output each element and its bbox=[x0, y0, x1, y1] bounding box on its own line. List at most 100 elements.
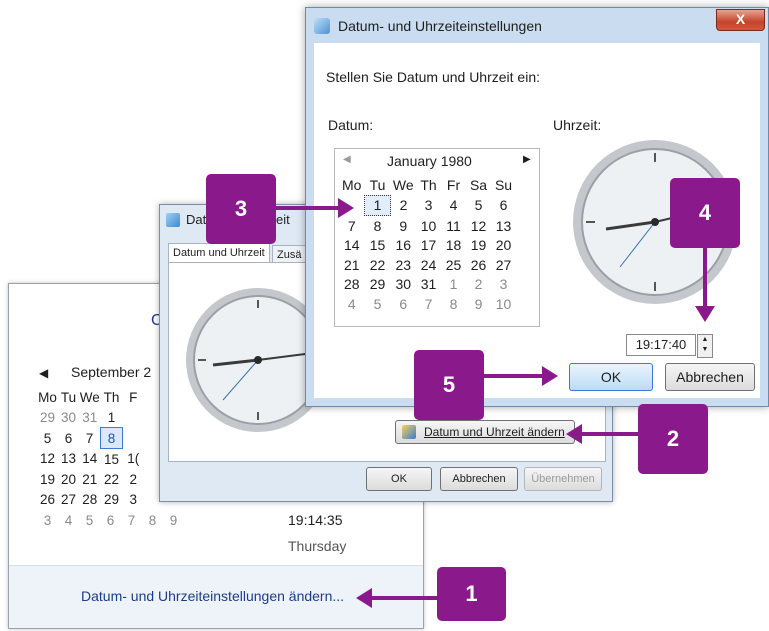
day-cell[interactable]: 1 bbox=[441, 275, 466, 295]
day-cell[interactable]: 12 bbox=[466, 216, 491, 236]
day-cell[interactable]: 11 bbox=[441, 216, 466, 236]
day-cell[interactable]: 22 bbox=[101, 469, 123, 489]
spin-up-icon[interactable]: ▲ bbox=[698, 335, 712, 345]
callout-badge-2: 2 bbox=[638, 404, 708, 474]
flyout-month-label[interactable]: September 2 bbox=[71, 364, 151, 380]
day-cell[interactable]: 7 bbox=[416, 294, 441, 314]
day-cell[interactable]: 29 bbox=[37, 407, 58, 428]
time-input[interactable]: 19:17:40 bbox=[626, 334, 696, 356]
day-cell[interactable]: 15 bbox=[101, 449, 123, 470]
day-cell[interactable]: 2 bbox=[466, 275, 491, 295]
day-cell[interactable]: 30 bbox=[391, 275, 417, 295]
weekday-label: Th bbox=[420, 177, 437, 193]
day-cell[interactable]: 14 bbox=[79, 449, 101, 470]
day-cell[interactable]: 20 bbox=[491, 236, 516, 256]
dialog3-ok-button[interactable]: OK bbox=[569, 363, 653, 391]
close-button[interactable]: X bbox=[716, 9, 765, 31]
weekday-label: Mo bbox=[342, 177, 362, 193]
callout-arrow-4 bbox=[703, 248, 707, 310]
day-cell[interactable]: 20 bbox=[58, 469, 79, 489]
day-cell[interactable]: 6 bbox=[491, 195, 516, 216]
day-cell[interactable]: 29 bbox=[101, 489, 123, 509]
day-cell[interactable]: 8 bbox=[441, 294, 466, 314]
day-cell[interactable]: 26 bbox=[466, 255, 491, 275]
arrowhead-icon bbox=[542, 366, 558, 386]
day-cell[interactable]: 8 bbox=[365, 216, 391, 236]
day-cell[interactable]: 27 bbox=[491, 255, 516, 275]
day-cell[interactable]: 24 bbox=[416, 255, 441, 275]
change-date-time-label: Datum und Uhrzeit ändern bbox=[424, 425, 565, 439]
day-cell[interactable]: 21 bbox=[339, 255, 365, 275]
day-cell[interactable]: 9 bbox=[163, 510, 184, 530]
day-cell[interactable]: 3 bbox=[37, 510, 58, 530]
dialog2-apply-button[interactable]: Übernehmen bbox=[524, 467, 602, 491]
dialog2-ok-button[interactable]: OK bbox=[366, 467, 432, 491]
day-cell[interactable]: 1( bbox=[123, 449, 145, 470]
dialog3-cancel-button[interactable]: Abbrechen bbox=[665, 363, 755, 391]
day-cell[interactable] bbox=[123, 407, 145, 428]
day-cell[interactable]: 28 bbox=[339, 275, 365, 295]
day-cell-today[interactable]: 8 bbox=[100, 427, 123, 449]
day-cell[interactable]: 14 bbox=[339, 236, 365, 256]
day-cell[interactable]: 31 bbox=[416, 275, 441, 295]
day-cell[interactable]: 26 bbox=[37, 489, 58, 509]
day-cell[interactable]: 21 bbox=[79, 469, 101, 489]
day-cell[interactable]: 6 bbox=[391, 294, 417, 314]
day-cell[interactable] bbox=[123, 428, 145, 449]
day-cell[interactable]: 9 bbox=[391, 216, 417, 236]
day-cell[interactable]: 29 bbox=[365, 275, 391, 295]
day-cell[interactable]: 15 bbox=[365, 236, 391, 256]
day-cell[interactable]: 12 bbox=[37, 449, 58, 470]
day-cell[interactable]: 7 bbox=[79, 428, 101, 449]
day-cell[interactable]: 5 bbox=[37, 428, 58, 449]
arrowhead-icon bbox=[338, 198, 354, 218]
callout-badge-4: 4 bbox=[670, 178, 740, 248]
day-cell[interactable]: 2 bbox=[123, 469, 145, 489]
day-cell[interactable]: 4 bbox=[339, 294, 365, 314]
day-cell[interactable]: 3 bbox=[416, 195, 441, 216]
day-cell[interactable]: 1 bbox=[101, 407, 123, 428]
day-cell[interactable]: 31 bbox=[79, 407, 101, 428]
day-cell[interactable]: 30 bbox=[58, 407, 79, 428]
day-cell[interactable]: 27 bbox=[58, 489, 79, 509]
day-cell[interactable]: 4 bbox=[441, 195, 466, 216]
prev-month-arrow-icon[interactable]: ◀ bbox=[343, 154, 351, 165]
day-cell[interactable]: 7 bbox=[339, 216, 365, 236]
day-cell[interactable]: 25 bbox=[441, 255, 466, 275]
day-cell[interactable]: 4 bbox=[58, 510, 79, 530]
spin-down-icon[interactable]: ▼ bbox=[698, 345, 712, 355]
day-cell[interactable]: 6 bbox=[100, 510, 121, 530]
day-cell[interactable]: 8 bbox=[142, 510, 163, 530]
day-cell[interactable]: 10 bbox=[416, 216, 441, 236]
day-cell[interactable]: 5 bbox=[365, 294, 391, 314]
change-date-time-button[interactable]: Datum und Uhrzeit ändern bbox=[395, 420, 575, 444]
day-cell[interactable]: 19 bbox=[466, 236, 491, 256]
callout-arrow-2 bbox=[578, 432, 640, 436]
day-cell[interactable]: 5 bbox=[466, 195, 491, 216]
day-cell-selected[interactable]: 1 bbox=[364, 194, 391, 216]
day-cell[interactable]: 18 bbox=[441, 236, 466, 256]
day-cell[interactable]: 28 bbox=[79, 489, 101, 509]
day-cell[interactable]: 17 bbox=[416, 236, 441, 256]
day-cell[interactable]: 3 bbox=[123, 489, 145, 509]
day-cell[interactable]: 6 bbox=[58, 428, 79, 449]
day-cell[interactable]: 10 bbox=[491, 294, 516, 314]
next-month-arrow-icon[interactable]: ▶ bbox=[523, 154, 531, 165]
prev-month-arrow-icon[interactable]: ◀ bbox=[39, 366, 48, 380]
day-cell[interactable]: 3 bbox=[491, 275, 516, 295]
day-cell[interactable]: 13 bbox=[58, 449, 79, 470]
callout-arrow-5 bbox=[484, 374, 544, 378]
day-cell[interactable]: 23 bbox=[391, 255, 417, 275]
dialog2-cancel-button[interactable]: Abbrechen bbox=[440, 467, 518, 491]
time-spinner[interactable]: ▲ ▼ bbox=[697, 334, 713, 358]
day-cell[interactable]: 13 bbox=[491, 216, 516, 236]
day-cell[interactable]: 19 bbox=[37, 469, 58, 489]
day-cell[interactable]: 5 bbox=[79, 510, 100, 530]
day-cell[interactable]: 7 bbox=[121, 510, 142, 530]
day-cell[interactable]: 22 bbox=[365, 255, 391, 275]
day-cell[interactable]: 16 bbox=[391, 236, 417, 256]
day-cell[interactable]: 9 bbox=[466, 294, 491, 314]
calendar-month-title[interactable]: January 1980 bbox=[387, 153, 472, 169]
day-cell[interactable]: 2 bbox=[391, 195, 417, 216]
change-date-time-settings-link[interactable]: Datum- und Uhrzeiteinstellungen ändern..… bbox=[81, 588, 344, 604]
